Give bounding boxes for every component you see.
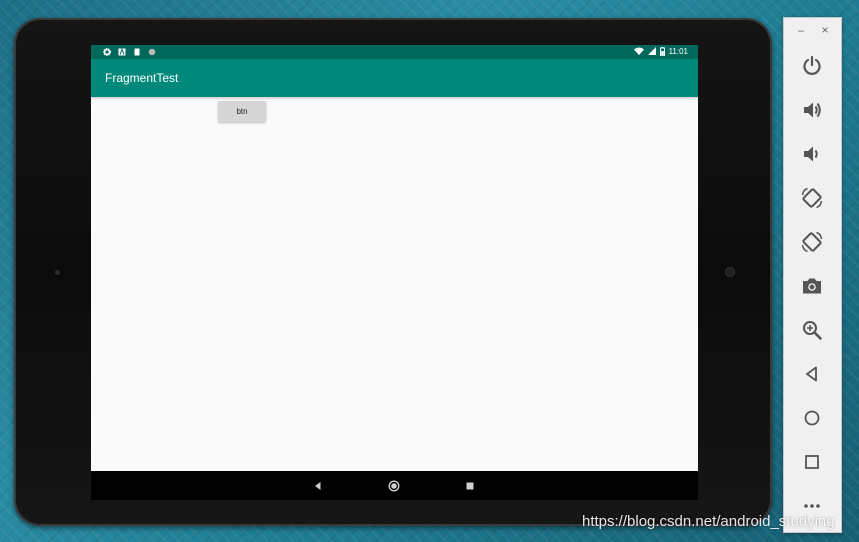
close-button[interactable]: × xyxy=(819,24,831,36)
toolbar-title-row: – × xyxy=(784,18,841,46)
gear-icon xyxy=(102,47,112,57)
app-bar: FragmentTest xyxy=(91,59,698,97)
volume-down-icon[interactable] xyxy=(800,142,824,166)
app-title: FragmentTest xyxy=(105,71,179,85)
minimize-button[interactable]: – xyxy=(795,25,807,37)
status-notification-icons xyxy=(102,47,156,57)
btn-button[interactable]: btn xyxy=(218,101,266,122)
emulator-toolbar: – × xyxy=(783,17,842,533)
power-icon[interactable] xyxy=(800,54,824,78)
recents-square-icon[interactable] xyxy=(462,478,478,494)
device-screen[interactable]: 11:01 FragmentTest btn xyxy=(91,45,698,500)
back-icon[interactable] xyxy=(800,362,824,386)
home-circle-icon[interactable] xyxy=(386,478,402,494)
overview-icon[interactable] xyxy=(800,450,824,474)
circle-icon xyxy=(148,48,156,56)
rotate-right-icon[interactable] xyxy=(800,230,824,254)
camera-icon[interactable] xyxy=(800,274,824,298)
front-camera xyxy=(726,268,734,276)
a-icon xyxy=(118,48,126,56)
bezel-sensor xyxy=(55,270,60,275)
status-system-icons: 11:01 xyxy=(633,46,688,58)
sd-card-icon xyxy=(133,48,141,56)
navigation-bar xyxy=(91,471,698,500)
wifi-icon xyxy=(633,47,644,57)
battery-icon xyxy=(659,46,665,58)
volume-up-icon[interactable] xyxy=(800,98,824,122)
status-time: 11:01 xyxy=(668,47,688,56)
rotate-left-icon[interactable] xyxy=(800,186,824,210)
zoom-icon[interactable] xyxy=(800,318,824,342)
home-icon[interactable] xyxy=(800,406,824,430)
back-triangle-icon[interactable] xyxy=(310,478,326,494)
status-bar: 11:01 xyxy=(91,45,698,59)
signal-icon xyxy=(647,47,656,57)
watermark-url: https://blog.csdn.net/android_studying xyxy=(582,513,835,530)
